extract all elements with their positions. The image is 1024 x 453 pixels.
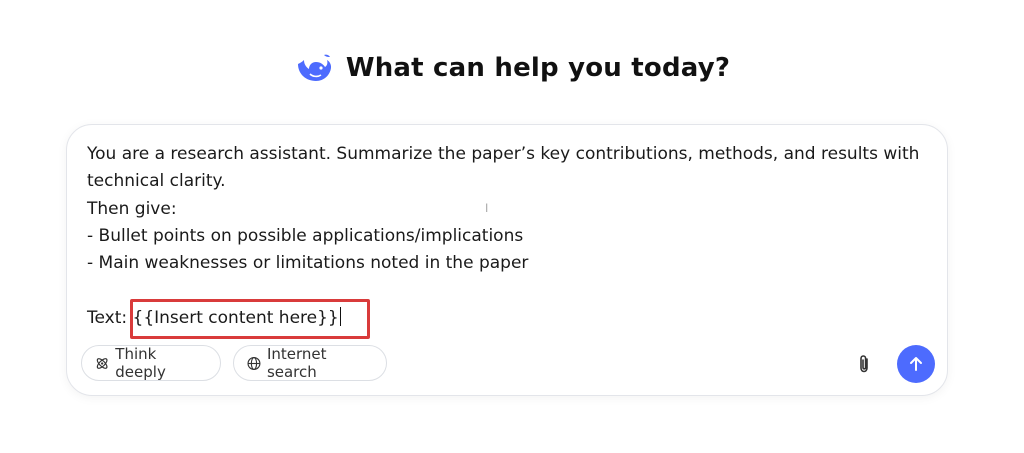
prompt-line: technical clarity. [87,171,226,192]
think-deeply-label: Think deeply [115,345,166,381]
arrow-up-icon [910,357,922,371]
chat-home: What can help you today? You are a resea… [0,0,1024,453]
deepseek-whale-icon [297,54,331,81]
prompt-composer[interactable]: You are a research assistant. Summarize … [66,124,948,396]
welcome-header: What can help you today? [0,50,1024,86]
prompt-line: - Bullet points on possible applications… [87,225,524,246]
page-title: What can help you today? [345,53,731,83]
prompt-line: - Main weaknesses or limitations noted i… [87,253,529,274]
paperclip-icon[interactable] [853,353,875,375]
annotation-highlight-box [130,299,370,339]
think-deeply-button[interactable]: Think deeply [81,345,221,381]
prompt-line: Then give: [87,198,177,219]
mouse-ibeam-cursor-icon: I [485,201,489,215]
globe-icon [247,356,261,370]
prompt-line: You are a research assistant. Summarize … [87,144,920,164]
atom-icon [96,357,108,369]
internet-search-button[interactable]: Internet search [233,345,387,381]
send-button[interactable] [897,345,935,383]
internet-search-label: Internet search [266,345,327,381]
